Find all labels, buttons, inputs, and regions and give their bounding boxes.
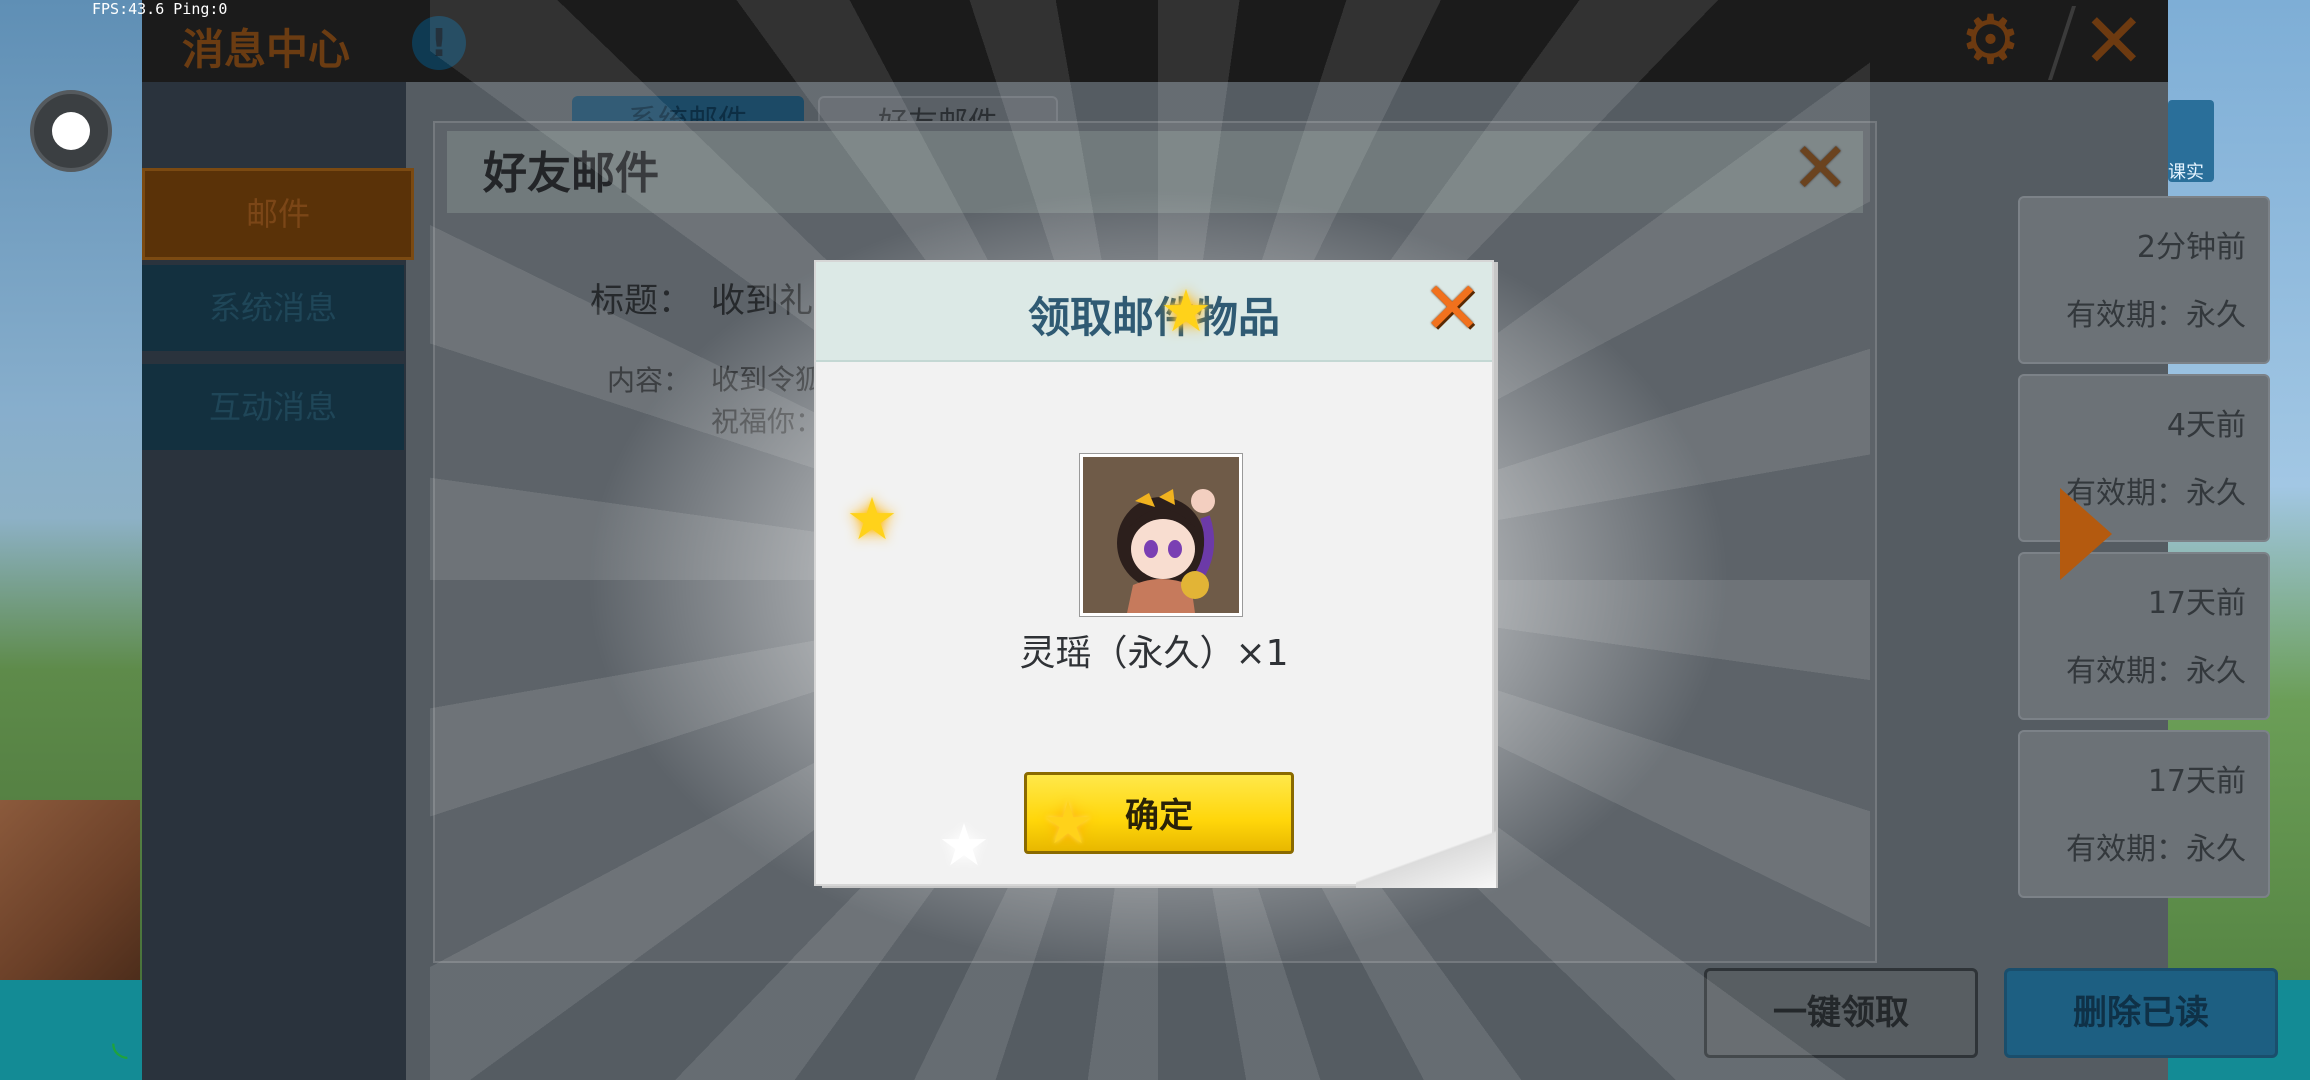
fps-counter: FPS:43.6 Ping:0 — [92, 0, 228, 18]
game-block-decoration — [0, 800, 140, 980]
subject-value: 收到礼 — [711, 281, 813, 321]
mail-time: 2分钟前 — [2136, 230, 2246, 265]
next-arrow-icon[interactable] — [2060, 488, 2112, 580]
reward-popup-close-icon[interactable]: ✕ — [1422, 272, 1482, 344]
reward-popup-title: 领取邮件物品 — [1027, 293, 1280, 342]
sidebar-item-mail[interactable]: 邮件 — [142, 168, 414, 260]
sidebar-item-interaction-messages[interactable]: 互动消息 — [142, 364, 404, 450]
subject-label: 标题： — [590, 281, 692, 321]
avatar-label: 课实 — [2168, 162, 2204, 183]
content-line: 祝福你： — [711, 405, 824, 438]
mail-list-item[interactable]: 17天前 有效期：永久 — [2018, 552, 2270, 720]
mail-time: 17天前 — [2147, 764, 2246, 799]
mail-validity: 有效期：永久 — [2066, 654, 2246, 689]
reward-item-icon — [1080, 454, 1242, 616]
message-center-topbar: 消息中心 ! ⚙ ✕ — [142, 0, 2168, 82]
mail-validity: 有效期：永久 — [2066, 298, 2246, 333]
topbar-divider — [2047, 6, 2077, 80]
sidebar-item-system-messages[interactable]: 系统消息 — [142, 265, 404, 351]
mail-time: 4天前 — [2166, 408, 2246, 443]
sparkle-icon: ★ — [1160, 277, 1212, 345]
content-line: 收到令狐 — [711, 363, 824, 396]
gear-icon[interactable]: ⚙ — [1960, 6, 2021, 76]
wifi-icon: ◟ — [112, 1018, 128, 1064]
sparkle-icon: ★ — [846, 485, 898, 553]
mail-list-item[interactable]: 17天前 有效期：永久 — [2018, 730, 2270, 898]
reward-item-name: 灵瑶（永久）×1 — [1019, 633, 1289, 674]
mail-time: 17天前 — [2147, 586, 2246, 621]
page-curl-decoration — [1356, 828, 1496, 888]
content-label: 内容： — [607, 364, 692, 397]
claim-all-button[interactable]: 一键领取 — [1704, 968, 1978, 1058]
record-icon[interactable] — [30, 90, 112, 172]
sparkle-icon: ★ — [1042, 789, 1094, 857]
friend-mail-close-icon[interactable]: ✕ — [1791, 133, 1850, 203]
reward-popup: 领取邮件物品 ✕ 灵瑶（永久）×1 确定 — [814, 260, 1496, 888]
mail-list-item[interactable]: 2分钟前 有效期：永久 — [2018, 196, 2270, 364]
record-dot — [52, 112, 90, 150]
friend-mail-title: 好友邮件 — [483, 148, 659, 199]
delete-read-button[interactable]: 删除已读 — [2004, 968, 2278, 1058]
message-center-close-icon[interactable]: ✕ — [2082, 0, 2146, 82]
alert-icon[interactable]: ! — [412, 16, 466, 70]
character-portrait-icon — [1083, 457, 1239, 613]
content-value: 收到令狐 祝福你： — [711, 359, 823, 443]
sparkle-icon: ★ — [938, 811, 990, 879]
message-center-title: 消息中心 — [182, 25, 351, 74]
mail-list-item[interactable]: 4天前 有效期：永久 — [2018, 374, 2270, 542]
mail-validity: 有效期：永久 — [2066, 832, 2246, 867]
friend-mail-header — [447, 131, 1863, 213]
